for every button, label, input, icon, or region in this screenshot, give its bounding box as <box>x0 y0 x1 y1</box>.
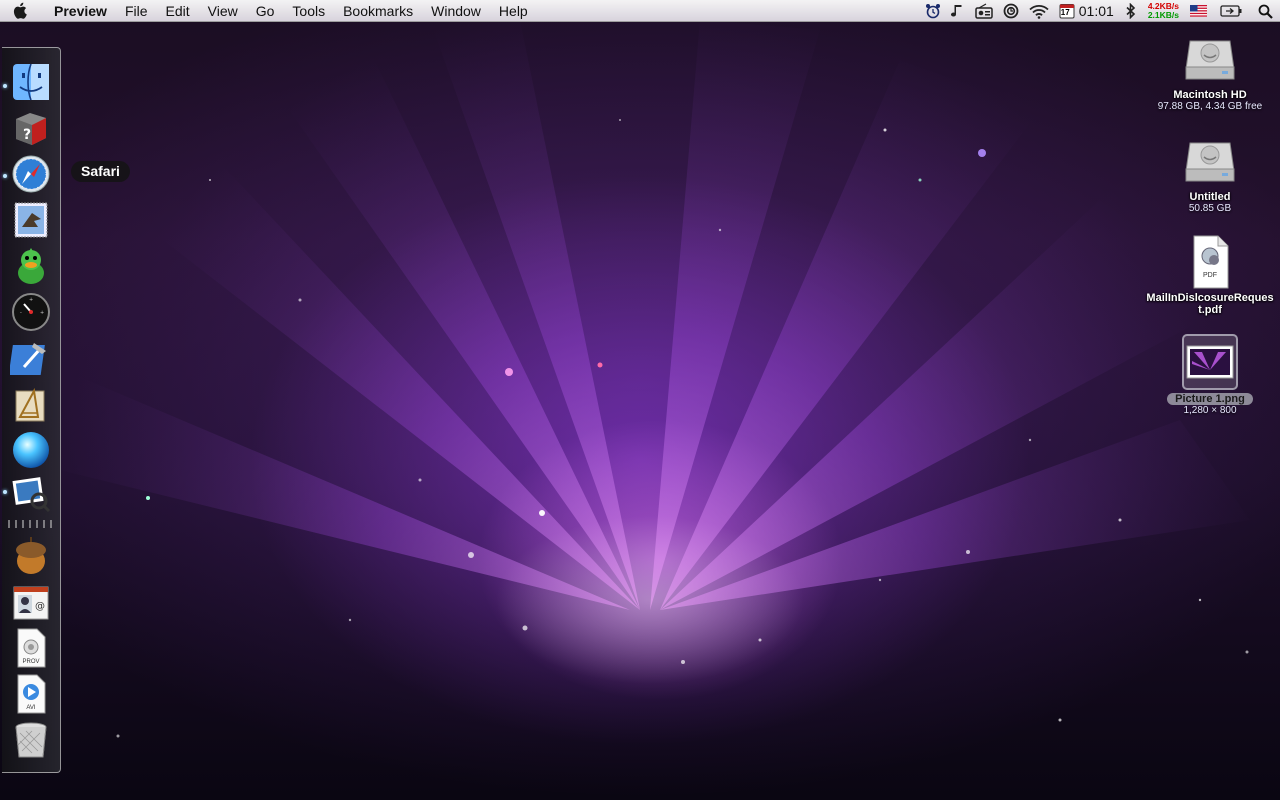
apple-icon <box>13 2 27 19</box>
adium-icon <box>18 248 44 284</box>
pdf-badge: PDF <box>1203 272 1217 279</box>
svg-text:-: - <box>20 310 22 316</box>
desktop-icon-picture[interactable]: Picture 1.png 1,280 × 800 <box>1146 334 1274 417</box>
dock-finder[interactable] <box>10 61 52 103</box>
menu-window[interactable]: Window <box>422 0 490 22</box>
apple-menu[interactable] <box>0 0 40 22</box>
desktop-icon-info: 97.88 GB, 4.34 GB free <box>1157 101 1263 112</box>
svg-text:+: + <box>40 310 44 316</box>
trash-icon <box>15 722 47 758</box>
radio-icon[interactable] <box>970 0 998 22</box>
dock-acorn[interactable] <box>10 535 52 577</box>
us-flag-icon[interactable] <box>1185 0 1212 22</box>
menu-edit[interactable]: Edit <box>157 0 199 22</box>
dock-prov-file[interactable]: PROV <box>10 627 52 669</box>
dock-trash[interactable] <box>10 719 52 761</box>
alarm-clock-icon[interactable] <box>920 0 946 22</box>
selection-highlight <box>1182 334 1238 390</box>
desktop-icon-label: Macintosh HD <box>1173 89 1247 101</box>
mail-icon <box>14 202 48 238</box>
menu-extras: 17 01:01 4.2KB/s 2.1KB/s <box>920 0 1280 22</box>
net-up-rate: 2.1KB/s <box>1147 10 1179 20</box>
bluetooth-icon[interactable] <box>1120 0 1142 22</box>
menu-help[interactable]: Help <box>490 0 537 22</box>
dock-dashboard[interactable]: + + - <box>10 291 52 333</box>
dock-xcode[interactable] <box>10 337 52 379</box>
dashboard-icon: + + - <box>12 293 50 331</box>
desktop-icon-label: Untitled <box>1189 191 1231 203</box>
desktop-icon-label: Picture 1.png <box>1167 393 1253 405</box>
help-icon: ? <box>16 113 46 145</box>
menu-tools[interactable]: Tools <box>283 0 334 22</box>
finder-icon <box>13 63 49 101</box>
menu-bar: Preview File Edit View Go Tools Bookmark… <box>0 0 1280 22</box>
running-indicator <box>3 490 7 494</box>
dock-preview[interactable] <box>10 471 52 513</box>
dock-avi-file[interactable]: AVI <box>10 673 52 715</box>
svg-text:@: @ <box>35 601 45 612</box>
dock: ? + + - @ PROV AVI <box>2 47 61 773</box>
hard-drive-icon <box>1185 40 1235 80</box>
desktop-icon-untitled[interactable]: Untitled 50.85 GB <box>1146 133 1274 215</box>
network-monitor[interactable]: 4.2KB/s 2.1KB/s <box>1142 2 1185 20</box>
running-indicator <box>3 84 7 88</box>
dock-adium[interactable] <box>10 245 52 287</box>
calendar-day: 17 <box>1060 8 1070 17</box>
time-machine-icon[interactable] <box>998 0 1024 22</box>
pdf-file-icon <box>1193 235 1229 289</box>
menu-view[interactable]: View <box>199 0 247 22</box>
prov-file-label: PROV <box>22 659 40 665</box>
music-note-icon[interactable] <box>946 0 970 22</box>
svg-text:?: ? <box>23 127 31 143</box>
interface-builder-icon <box>15 387 45 422</box>
desktop-icon-label: MailInDislcosureRequest.pdf <box>1146 292 1274 316</box>
menu-file[interactable]: File <box>116 0 157 22</box>
avi-file-label: AVI <box>26 705 36 711</box>
menu-clock[interactable]: 01:01 <box>1077 0 1120 22</box>
desktop-wallpaper <box>0 0 1280 800</box>
dock-help[interactable]: ? <box>10 107 52 149</box>
calendar-icon[interactable]: 17 <box>1054 0 1077 22</box>
dock-separator[interactable] <box>8 520 56 528</box>
blue-orb-icon <box>13 432 49 468</box>
aurora-rays <box>40 20 1250 738</box>
desktop-icon-info: 1,280 × 800 <box>1183 405 1237 416</box>
dock-interface-builder[interactable] <box>10 383 52 425</box>
menu-go[interactable]: Go <box>247 0 284 22</box>
preview-icon <box>12 477 51 513</box>
safari-icon <box>12 155 50 193</box>
battery-icon[interactable] <box>1212 0 1250 22</box>
dock-blue-orb[interactable] <box>10 429 52 471</box>
address-book-icon: @ <box>13 586 49 620</box>
xcode-icon <box>10 343 46 375</box>
menu-bookmarks[interactable]: Bookmarks <box>334 0 422 22</box>
spotlight-icon[interactable] <box>1250 0 1280 22</box>
desktop-icon-pdf[interactable]: PDF MailInDislcosureRequest.pdf <box>1146 234 1274 316</box>
acorn-icon <box>16 537 46 574</box>
desktop-icon-info: 50.85 GB <box>1188 203 1232 214</box>
dock-address-book[interactable]: @ <box>10 581 52 623</box>
hard-drive-icon <box>1185 142 1235 182</box>
dock-safari[interactable] <box>10 153 52 195</box>
desktop-icon-macintosh-hd[interactable]: Macintosh HD 97.88 GB, 4.34 GB free <box>1146 31 1274 113</box>
wifi-icon[interactable] <box>1024 0 1054 22</box>
running-indicator <box>3 174 7 178</box>
png-file-icon <box>1186 345 1234 379</box>
svg-text:+: + <box>29 297 33 303</box>
menu-app-preview[interactable]: Preview <box>40 0 116 22</box>
dock-mail[interactable] <box>10 199 52 241</box>
dock-tooltip: Safari <box>71 161 130 182</box>
